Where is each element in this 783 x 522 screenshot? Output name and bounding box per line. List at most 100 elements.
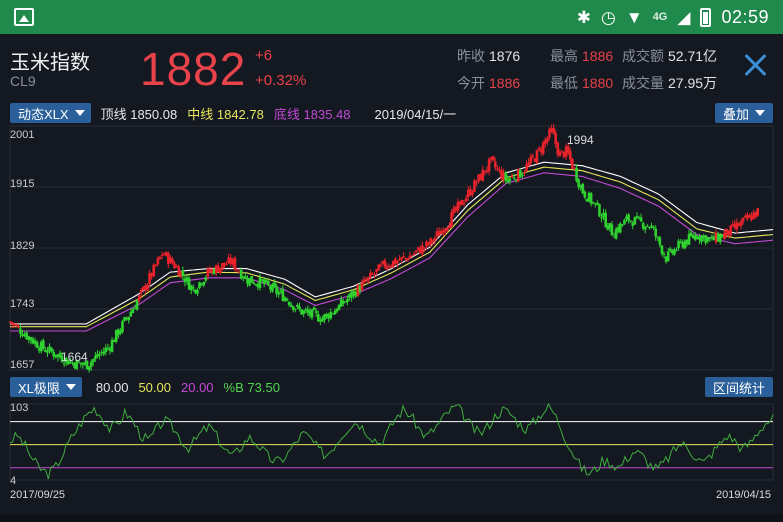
candle-up xyxy=(369,272,372,278)
candle-down xyxy=(252,282,255,284)
candle-up xyxy=(541,142,545,155)
candle-up xyxy=(741,217,745,222)
candle-up xyxy=(535,149,539,164)
candle-up xyxy=(360,282,364,291)
candle-up xyxy=(460,200,464,206)
candle-down xyxy=(629,220,632,222)
candle-up xyxy=(10,321,14,325)
candle-up xyxy=(158,256,162,259)
candle-up xyxy=(406,258,410,261)
candle-up xyxy=(233,257,237,270)
candle-up xyxy=(373,273,376,275)
candle-up xyxy=(473,180,476,192)
candle-up xyxy=(552,127,555,134)
candle-down xyxy=(627,214,630,221)
x-start-date: 2017/09/25 xyxy=(10,489,66,501)
candle-down xyxy=(302,310,305,314)
candle-down xyxy=(89,361,93,367)
candle-up xyxy=(414,250,418,252)
candle-up xyxy=(12,324,16,326)
sub-y-tick-label: 4 xyxy=(10,475,17,487)
candle-down xyxy=(87,366,91,371)
bot-band-line xyxy=(10,172,774,332)
candle-down xyxy=(287,302,291,306)
sub-y-tick-label: 103 xyxy=(10,402,29,414)
candle-down xyxy=(654,228,657,237)
candle-up xyxy=(160,254,164,256)
candle-down xyxy=(250,276,253,283)
candle-up xyxy=(531,155,535,158)
candle-down xyxy=(633,216,637,225)
y-tick-label: 1829 xyxy=(10,240,35,252)
y-tick-label: 1743 xyxy=(10,298,35,310)
candle-down xyxy=(598,204,601,217)
candle-down xyxy=(196,289,199,294)
candle-up xyxy=(756,208,760,216)
candle-up xyxy=(462,203,466,205)
candle-up xyxy=(568,151,572,160)
candle-down xyxy=(135,300,139,310)
candle-up xyxy=(137,295,141,301)
candle-down xyxy=(662,253,666,256)
candle-down xyxy=(660,245,664,254)
candle-up xyxy=(139,289,143,294)
candle-up xyxy=(235,268,239,270)
candle-down xyxy=(329,312,333,319)
candle-up xyxy=(558,152,562,157)
candle-up xyxy=(219,267,222,273)
y-tick-label: 1915 xyxy=(10,178,35,190)
low-annotation: 1664 xyxy=(61,350,88,364)
candle-down xyxy=(652,226,655,229)
candle-down xyxy=(198,282,201,288)
candle-down xyxy=(92,359,95,363)
candle-up xyxy=(487,159,491,172)
candle-down xyxy=(312,307,316,311)
candle-up xyxy=(471,191,474,195)
candle-down xyxy=(204,277,208,281)
candle-down xyxy=(285,298,289,301)
candle-up xyxy=(554,132,558,145)
candle-down xyxy=(298,306,301,310)
candle-up xyxy=(152,264,156,277)
candle-down xyxy=(121,321,124,332)
candle-down xyxy=(646,225,649,227)
y-tick-label: 1657 xyxy=(10,359,35,371)
price-chart[interactable] xyxy=(0,0,783,522)
candle-down xyxy=(131,309,135,314)
candle-down xyxy=(623,219,626,225)
candle-up xyxy=(537,147,541,150)
candle-up xyxy=(431,240,435,242)
candle-down xyxy=(591,202,595,204)
high-annotation: 1994 xyxy=(567,133,594,147)
candle-up xyxy=(400,257,403,260)
candle-down xyxy=(98,354,101,356)
candle-up xyxy=(364,280,368,282)
candle-down xyxy=(604,212,607,227)
candle-up xyxy=(14,325,18,327)
candle-up xyxy=(412,253,416,255)
candle-down xyxy=(191,287,195,289)
candle-up xyxy=(529,156,533,164)
candle-down xyxy=(35,342,39,348)
candle-up xyxy=(464,198,468,202)
candle-down xyxy=(202,281,206,286)
candle-down xyxy=(294,308,297,310)
bottom-strip xyxy=(0,514,783,522)
candle-up xyxy=(523,172,526,174)
candle-down xyxy=(600,217,603,219)
candle-up xyxy=(423,247,426,249)
candle-down xyxy=(575,167,578,181)
y-tick-label: 2001 xyxy=(10,129,35,141)
candle-up xyxy=(494,161,497,168)
candle-down xyxy=(50,348,53,352)
candle-down xyxy=(19,328,22,334)
candle-up xyxy=(156,258,160,265)
candle-up xyxy=(366,277,370,281)
sub-chart-frame xyxy=(9,403,774,481)
candle-down xyxy=(518,170,522,178)
candle-up xyxy=(379,264,383,267)
candle-up xyxy=(496,168,499,170)
mid-band-line xyxy=(10,166,774,328)
candle-down xyxy=(583,191,587,198)
candle-down xyxy=(277,292,280,295)
